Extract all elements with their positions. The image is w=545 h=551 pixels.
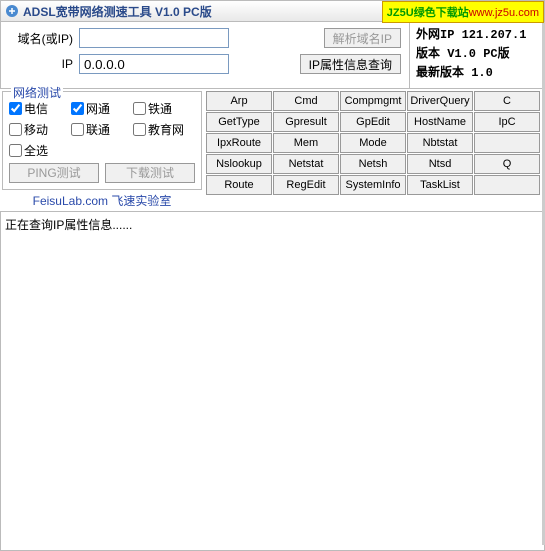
cmd-button-Netsh[interactable]: Netsh [340,154,406,174]
isp-label: 铁通 [148,100,172,117]
cmd-button-Mem[interactable]: Mem [273,133,339,153]
lab-link[interactable]: FeisuLab.com 飞速实验室 [0,192,204,209]
cmd-button-Nslookup[interactable]: Nslookup [206,154,272,174]
cmd-button-GetType[interactable]: GetType [206,112,272,132]
cmd-button-Route[interactable]: Route [206,175,272,195]
cmd-button-Netstat[interactable]: Netstat [273,154,339,174]
cmd-button-Mode[interactable]: Mode [340,133,406,153]
ping-test-button[interactable]: PING测试 [9,163,99,183]
isp-label: 联通 [86,121,110,138]
isp-checkbox-2[interactable] [133,102,146,115]
wan-ip-text: 外网IP 121.207.1 [416,26,538,45]
cmd-button-TaskList[interactable]: TaskList [407,175,473,195]
isp-label: 教育网 [148,121,184,138]
window-title: ADSL宽带网络测速工具 V1.0 PC版 [23,3,212,20]
output-textarea[interactable]: 正在查询IP属性信息...... [0,211,545,551]
isp-label: 电信 [24,100,48,117]
cmd-button-blank-24[interactable] [474,175,540,195]
latest-version-text: 最新版本 1.0 [416,64,538,83]
watermark-badge: JZ5U绿色下载站www.jz5u.com [382,1,544,23]
cmd-button-C[interactable]: C [474,91,540,111]
network-test-group: 网络测试 电信网通铁通移动联通教育网 全选 PING测试 下载测试 [2,91,202,190]
domain-input[interactable] [79,28,229,48]
isp-checkbox-0[interactable] [9,102,22,115]
cmd-button-IpC[interactable]: IpC [474,112,540,132]
cmd-button-DriverQuery[interactable]: DriverQuery [407,91,473,111]
isp-checkbox-3[interactable] [9,123,22,136]
cmd-button-Arp[interactable]: Arp [206,91,272,111]
app-icon [5,4,19,18]
download-test-button[interactable]: 下载测试 [105,163,195,183]
isp-label: 网通 [86,100,110,117]
select-all-label: 全选 [24,142,48,159]
cmd-button-Nbtstat[interactable]: Nbtstat [407,133,473,153]
resolve-domain-button[interactable]: 解析域名IP [324,28,401,48]
cmd-button-GpEdit[interactable]: GpEdit [340,112,406,132]
cmd-button-Compmgmt[interactable]: Compmgmt [340,91,406,111]
version-text: 版本 V1.0 PC版 [416,45,538,64]
ip-input[interactable] [79,54,229,74]
cmd-button-Q[interactable]: Q [474,154,540,174]
cmd-button-HostName[interactable]: HostName [407,112,473,132]
cmd-button-Cmd[interactable]: Cmd [273,91,339,111]
isp-label: 移动 [24,121,48,138]
cmd-button-blank-14[interactable] [474,133,540,153]
isp-checkbox-5[interactable] [133,123,146,136]
cmd-button-SystemInfo[interactable]: SystemInfo [340,175,406,195]
cmd-button-Ntsd[interactable]: Ntsd [407,154,473,174]
info-panel: 外网IP 121.207.1 版本 V1.0 PC版 最新版本 1.0 [409,22,544,88]
cmd-button-IpxRoute[interactable]: IpxRoute [206,133,272,153]
isp-checkbox-4[interactable] [71,123,84,136]
cmd-button-RegEdit[interactable]: RegEdit [273,175,339,195]
input-panel: 域名(或IP) 解析域名IP IP IP属性信息查询 [1,22,409,88]
ip-label: IP [9,57,73,71]
command-panel: ArpCmdCompmgmtDriverQueryC GetTypeGpresul… [204,89,545,211]
isp-checkbox-1[interactable] [71,102,84,115]
select-all-checkbox[interactable] [9,144,22,157]
ip-info-button[interactable]: IP属性信息查询 [300,54,401,74]
group-legend: 网络测试 [11,84,63,101]
cmd-button-Gpresult[interactable]: Gpresult [273,112,339,132]
domain-label: 域名(或IP) [9,30,73,47]
